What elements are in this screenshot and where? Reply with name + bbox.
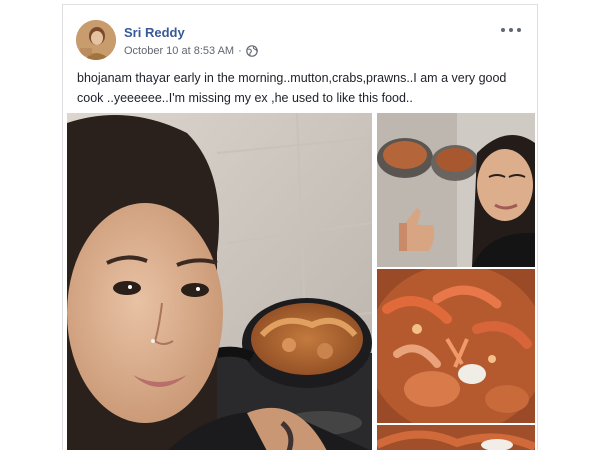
photo-selfie-cooking[interactable] [67,113,372,450]
avatar[interactable] [76,20,116,60]
facebook-post: Sri Reddy October 10 at 8:53 AM · bhojan… [62,4,538,450]
photo-crab-prawn-curry[interactable] [377,269,535,423]
more-options-icon[interactable] [501,23,521,37]
post-text: bhojanam thayar early in the morning..mu… [77,71,507,105]
post-timestamp[interactable]: October 10 at 8:53 AM [124,45,234,57]
meta-separator: · [238,45,242,57]
page: Sri Reddy October 10 at 8:53 AM · bhojan… [0,0,600,450]
photo-crab-curry-partial[interactable] [377,425,535,450]
author-name-link[interactable]: Sri Reddy [124,25,185,40]
globe-icon[interactable] [245,45,258,57]
photo-thumbs-up-selfie[interactable] [377,113,535,267]
post-meta: October 10 at 8:53 AM · [124,45,258,57]
